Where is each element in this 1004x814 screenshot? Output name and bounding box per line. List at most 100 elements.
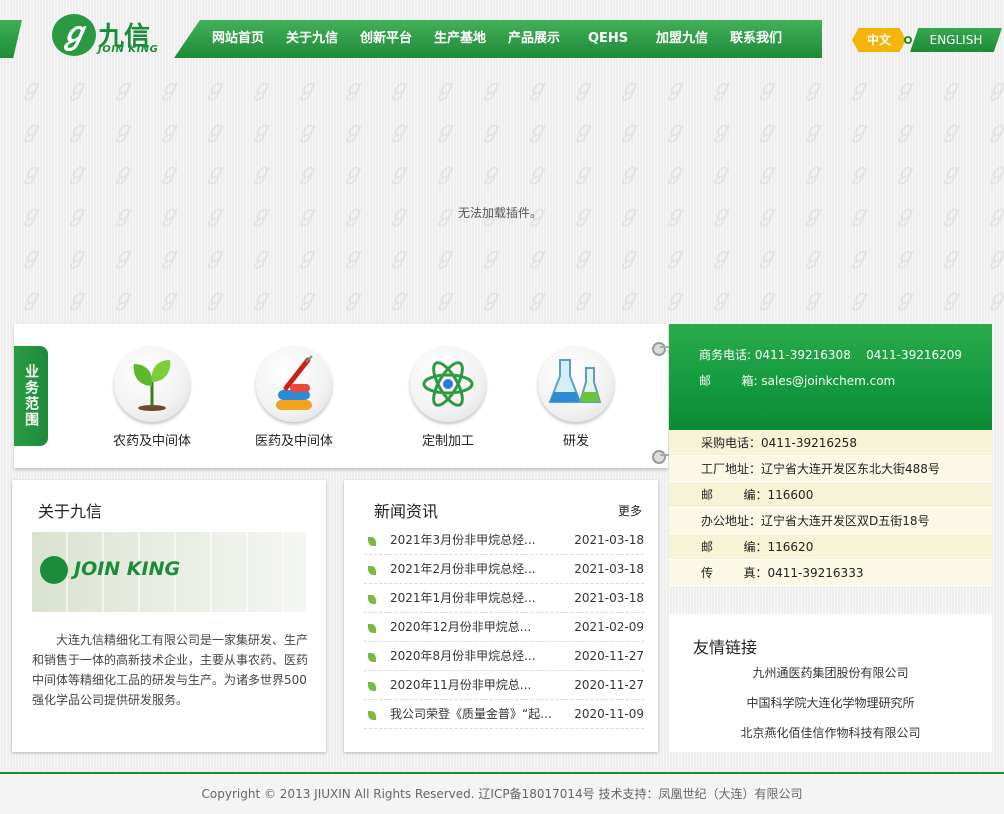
about-title: 关于九信 [38, 502, 103, 521]
news-item-title[interactable]: 2021年3月份非甲烷总烃... [390, 526, 536, 555]
news-item[interactable]: 2020年12月份非甲烷总... 2021-02-09 [364, 613, 644, 642]
friend-link[interactable]: 九州通医药集团股份有限公司 [669, 664, 992, 681]
watermark-logo-icon: ℊ [710, 160, 733, 185]
watermark-logo-icon: ℊ [20, 286, 43, 311]
scope-label-pesticides: 农药及中间体 [112, 434, 191, 449]
sales-phone-label: 商务电话: [699, 348, 752, 362]
nav-innovation[interactable]: 创新平台 [360, 20, 412, 58]
news-item[interactable]: 2020年11月份非甲烷总... 2020-11-27 [364, 671, 644, 700]
business-scope-tab: 业务范围 [14, 346, 48, 446]
watermark-logo-icon: ℊ [342, 160, 365, 185]
watermark-logo-icon: ℊ [388, 286, 411, 311]
watermark-logo-icon: ℊ [848, 286, 871, 311]
watermark-logo-icon: ℊ [296, 160, 319, 185]
nav-products[interactable]: 产品展示 [508, 20, 560, 58]
watermark-logo-icon: ℊ [802, 76, 825, 101]
atom-icon [410, 346, 486, 422]
leaf-icon [368, 653, 376, 662]
site-logo[interactable]: ℊ 九信 JOIN KING [52, 14, 162, 58]
factory-postcode: 邮 编：116600 [669, 482, 992, 508]
lang-chinese-button[interactable]: 中文 [852, 28, 906, 52]
watermark-logo-icon: ℊ [710, 76, 733, 101]
scope-item-pesticides[interactable]: 农药及中间体 [97, 346, 207, 449]
contact-panel: 商务电话: 0411-39216308 0411-39216209 邮 箱: s… [669, 324, 992, 614]
scope-label-research: 研发 [562, 434, 589, 449]
nav-qehs[interactable]: QEHS [588, 20, 628, 58]
email-value[interactable]: sales@joinkchem.com [761, 374, 895, 388]
news-item-date: 2020-11-09 [574, 707, 644, 721]
watermark-logo-icon: ℊ [526, 118, 549, 143]
scope-item-medicine[interactable]: 医药及中间体 [239, 346, 349, 449]
scope-label-medicine: 医药及中间体 [254, 434, 333, 449]
nav-join[interactable]: 加盟九信 [656, 20, 708, 58]
watermark-logo-icon: ℊ [434, 118, 457, 143]
watermark-logo-icon: ℊ [986, 280, 1004, 311]
about-image-logo-icon [40, 556, 68, 584]
watermark-logo-icon: ℊ [388, 244, 411, 269]
watermark-logo-icon: ℊ [664, 160, 687, 185]
watermark-logo-icon: ℊ [664, 76, 687, 101]
watermark-logo-icon: ℊ [710, 118, 733, 143]
email: 邮 箱: sales@joinkchem.com [699, 372, 895, 389]
watermark-logo-icon: ℊ [20, 118, 43, 143]
news-item-title[interactable]: 2021年2月份非甲烷总烃... [390, 555, 536, 584]
nav-home[interactable]: 网站首页 [212, 20, 264, 58]
news-item[interactable]: 2021年3月份非甲烷总烃... 2021-03-18 [364, 526, 644, 555]
watermark-logo-icon: ℊ [296, 118, 319, 143]
news-item[interactable]: 我公司荣登《质量金普》“起... 2020-11-09 [364, 700, 644, 729]
nav-contact[interactable]: 联系我们 [730, 20, 782, 58]
watermark-logo-icon: ℊ [848, 118, 871, 143]
medicine-icon [256, 346, 332, 422]
main-nav: 网站首页 关于九信 创新平台 生产基地 产品展示 QEHS 加盟九信 联系我们 [174, 20, 822, 58]
leaf-icon [368, 682, 376, 691]
scope-label-custom: 定制加工 [421, 434, 474, 449]
news-more-link[interactable]: 更多 [618, 502, 642, 519]
lang-english-button[interactable]: ENGLISH [910, 28, 1002, 52]
nav-production[interactable]: 生产基地 [434, 20, 486, 58]
news-item-title[interactable]: 2020年11月份非甲烷总... [390, 671, 531, 700]
news-item-title[interactable]: 2021年1月份非甲烷总烃... [390, 584, 536, 613]
factory-address: 工厂地址：辽宁省大连开发区东北大街488号 [669, 456, 992, 482]
news-item-title[interactable]: 2020年8月份非甲烷总烃... [390, 642, 536, 671]
watermark-logo-icon: ℊ [112, 118, 135, 143]
watermark-logo-icon: ℊ [756, 76, 779, 101]
watermark-logo-icon: ℊ [250, 76, 273, 101]
news-item-title[interactable]: 2020年12月份非甲烷总... [390, 613, 531, 642]
friend-link[interactable]: 中国科学院大连化学物理研究所 [669, 694, 992, 711]
footer-copyright: Copyright © 2013 JIUXIN All Rights Reser… [0, 774, 1004, 814]
watermark-logo-icon: ℊ [618, 76, 641, 101]
watermark-logo-icon: ℊ [802, 160, 825, 185]
news-item[interactable]: 2020年8月份非甲烷总烃... 2020-11-27 [364, 642, 644, 671]
logo-icon: ℊ [52, 14, 96, 56]
sales-phone: 商务电话: 0411-39216308 0411-39216209 [699, 346, 962, 363]
scope-item-custom[interactable]: 定制加工 [393, 346, 503, 449]
watermark-logo-icon: ℊ [986, 154, 1004, 185]
watermark-logo-icon: ℊ [894, 286, 917, 311]
watermark-logo-icon: ℊ [158, 244, 181, 269]
watermark-logo-icon: ℊ [940, 244, 963, 269]
watermark-logo-icon: ℊ [848, 160, 871, 185]
watermark-logo-icon: ℊ [342, 118, 365, 143]
news-item[interactable]: 2021年2月份非甲烷总烃... 2021-03-18 [364, 555, 644, 584]
watermark-logo-icon: ℊ [618, 286, 641, 311]
watermark-logo-icon: ℊ [66, 286, 89, 311]
leaf-icon [368, 566, 376, 575]
about-image-brand: JOIN KING [74, 558, 181, 580]
watermark-logo-icon: ℊ [480, 244, 503, 269]
watermark-logo-icon: ℊ [434, 244, 457, 269]
seedling-icon [114, 346, 190, 422]
news-item-date: 2020-11-27 [574, 649, 644, 663]
about-image[interactable]: JOIN KING [32, 532, 306, 612]
news-list: 2021年3月份非甲烷总烃... 2021-03-18 2021年2月份非甲烷总… [364, 526, 644, 729]
logo-en-text: JOIN KING [98, 44, 159, 55]
news-item-title[interactable]: 我公司荣登《质量金普》“起... [390, 700, 552, 729]
watermark-logo-icon: ℊ [756, 286, 779, 311]
news-item[interactable]: 2021年1月份非甲烷总烃... 2021-03-18 [364, 584, 644, 613]
scope-item-research[interactable]: 研发 [521, 346, 631, 449]
watermark-logo-icon: ℊ [66, 160, 89, 185]
nav-about[interactable]: 关于九信 [286, 20, 338, 58]
friend-link[interactable]: 北京燕化佰佳信作物科技有限公司 [669, 724, 992, 741]
leaf-icon [368, 595, 376, 604]
watermark-logo-icon: ℊ [480, 76, 503, 101]
office-address: 办公地址：辽宁省大连开发区双D五街18号 [669, 508, 992, 534]
